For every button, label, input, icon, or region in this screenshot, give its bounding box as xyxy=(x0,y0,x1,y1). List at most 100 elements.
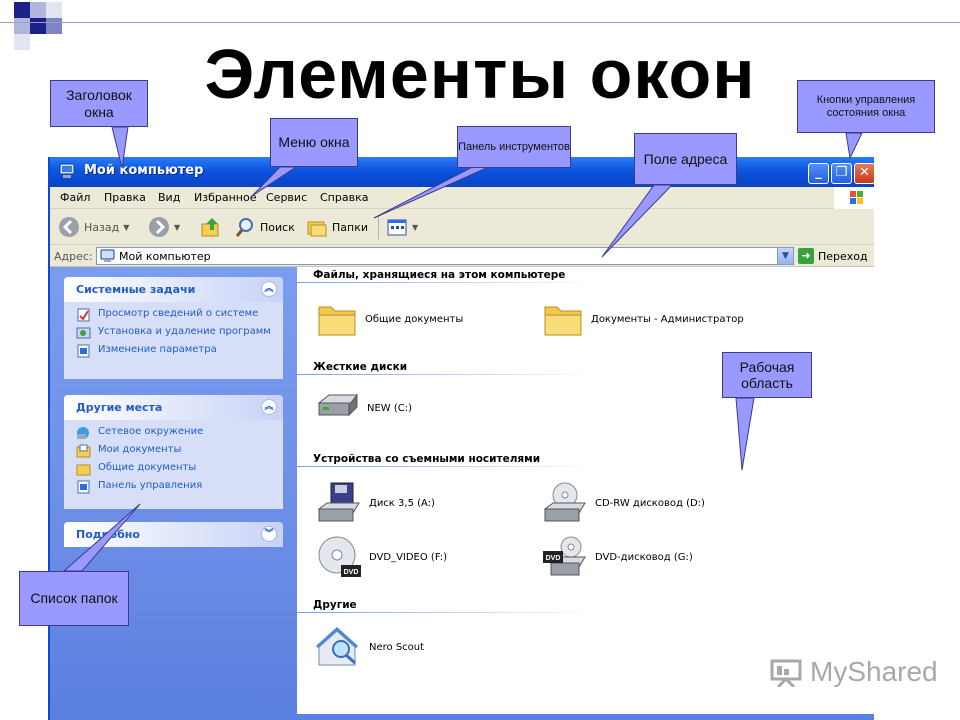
menu-bar: Файл Правка Вид Избранное Сервис Справка xyxy=(50,187,874,209)
callout-toolbar: Панель инструментов xyxy=(457,126,571,168)
views-icon xyxy=(387,219,407,236)
group-title-removable: Устройства со съемными носителями xyxy=(313,453,541,465)
watermark-text: MyShared xyxy=(810,656,938,687)
pointer-window-controls xyxy=(845,132,863,160)
callout-folder-list: Список папок xyxy=(19,571,129,626)
task-add-remove-programs[interactable]: Установка и удаление программ xyxy=(76,326,273,340)
place-control-panel[interactable]: Панель управления xyxy=(76,480,273,494)
back-arrow-icon xyxy=(59,217,79,237)
other-places-title: Другие места xyxy=(76,401,163,414)
folders-button[interactable]: Папки xyxy=(306,215,368,239)
item-cdrw-d[interactable]: CD-RW дисковод (D:) xyxy=(543,481,705,525)
toolbar: Назад ▼ ▼ Поиск Папки ▼ xyxy=(50,209,874,245)
item-label: CD-RW дисковод (D:) xyxy=(595,497,705,509)
item-floppy-a[interactable]: Диск 3,5 (A:) xyxy=(317,481,435,525)
top-rule xyxy=(0,22,960,23)
views-dropdown-icon[interactable]: ▼ xyxy=(412,223,418,232)
system-tasks-panel: Системные задачи ︽ Просмотр сведений о с… xyxy=(64,277,283,379)
place-label: Панель управления xyxy=(98,480,203,491)
collapse-up-icon[interactable]: ︽ xyxy=(261,399,277,415)
expand-down-icon[interactable]: ︾ xyxy=(261,526,277,542)
menu-help[interactable]: Справка xyxy=(320,191,368,204)
place-label: Сетевое окружение xyxy=(98,426,204,437)
go-button[interactable]: ➜ Переход xyxy=(798,247,874,265)
forward-button[interactable]: ▼ xyxy=(148,215,180,239)
dvd-disc-icon: DVD xyxy=(318,536,361,577)
windows-logo xyxy=(834,187,874,209)
place-network[interactable]: Сетевое окружение xyxy=(76,426,273,440)
place-label: Общие документы xyxy=(98,462,197,473)
callout-window-controls: Кнопки управления состояния окна xyxy=(797,80,935,133)
system-info-icon xyxy=(77,308,90,322)
presentation-board-icon xyxy=(770,659,802,687)
group-divider xyxy=(297,374,597,375)
dvd-drive-icon: DVD xyxy=(543,536,586,576)
item-shared-documents[interactable]: Общие документы xyxy=(317,299,463,339)
callout-workspace: Рабочая область xyxy=(722,352,812,398)
place-shared-documents[interactable]: Общие документы xyxy=(76,462,273,476)
restore-button[interactable]: ❐ xyxy=(831,163,852,184)
slide: Элементы окон Мой компьютер _ ❐ ✕ Файл П… xyxy=(0,0,960,720)
other-places-header[interactable]: Другие места ︽ xyxy=(64,395,283,420)
details-title: Подробно xyxy=(76,528,140,541)
back-dropdown-icon[interactable]: ▼ xyxy=(123,223,129,232)
address-dropdown-icon[interactable]: ▼ xyxy=(777,248,793,264)
item-nero-scout[interactable]: Nero Scout xyxy=(315,625,424,669)
menu-view[interactable]: Вид xyxy=(158,191,180,204)
item-label: DVD-дисковод (G:) xyxy=(595,551,693,563)
forward-arrow-icon xyxy=(149,217,169,237)
callout-address: Поле адреса xyxy=(634,133,737,185)
content-area: Файлы, хранящиеся на этом компьютере Общ… xyxy=(297,267,874,720)
task-view-system-info[interactable]: Просмотр сведений о системе xyxy=(76,308,273,322)
menu-favorites[interactable]: Избранное xyxy=(194,191,256,204)
hard-drive-icon xyxy=(317,393,359,417)
item-dvd-drive-g[interactable]: DVD DVD-дисковод (G:) xyxy=(543,535,693,579)
address-value: Мой компьютер xyxy=(119,250,211,263)
control-panel-icon xyxy=(77,480,90,494)
callout-menu: Меню окна xyxy=(270,118,358,167)
search-icon xyxy=(235,218,253,237)
collapse-up-icon[interactable]: ︽ xyxy=(261,281,277,297)
floppy-drive-icon xyxy=(317,482,360,522)
back-button[interactable]: Назад ▼ xyxy=(58,215,129,239)
cd-drive-icon xyxy=(543,482,586,522)
task-change-setting[interactable]: Изменение параметра xyxy=(76,344,273,358)
item-drive-c[interactable]: NEW (C:) xyxy=(315,391,412,425)
search-button[interactable]: Поиск xyxy=(234,215,295,239)
task-pane: Системные задачи ︽ Просмотр сведений о с… xyxy=(50,267,297,720)
place-my-documents[interactable]: Мои документы xyxy=(76,444,273,458)
address-field[interactable]: Мой компьютер ▼ xyxy=(96,247,794,265)
search-label: Поиск xyxy=(260,220,295,234)
windows-flag-icon xyxy=(850,191,863,204)
menu-edit[interactable]: Правка xyxy=(104,191,146,204)
item-dvd-video-f[interactable]: DVD DVD_VIDEO (F:) xyxy=(317,535,447,579)
up-folder-button[interactable] xyxy=(200,215,222,239)
details-panel: Подробно ︾ xyxy=(64,522,283,547)
nero-scout-icon xyxy=(315,626,359,666)
details-header[interactable]: Подробно ︾ xyxy=(64,522,283,547)
item-admin-documents[interactable]: Документы - Администратор xyxy=(543,299,744,339)
status-bar xyxy=(50,714,874,720)
menu-tools[interactable]: Сервис xyxy=(266,191,307,204)
forward-dropdown-icon[interactable]: ▼ xyxy=(174,223,180,232)
folder-icon xyxy=(76,464,91,476)
up-folder-icon xyxy=(201,218,219,237)
item-label: Nero Scout xyxy=(369,641,425,653)
address-label: Адрес: xyxy=(54,250,93,263)
minimize-button[interactable]: _ xyxy=(808,163,829,184)
callout-title-bar: Заголовок окна xyxy=(50,80,148,127)
folders-icon xyxy=(307,221,327,237)
views-button[interactable]: ▼ xyxy=(386,215,418,239)
system-tasks-title: Системные задачи xyxy=(76,283,196,296)
add-remove-programs-icon xyxy=(76,327,91,339)
place-label: Мои документы xyxy=(98,444,182,455)
window-title: Мой компьютер xyxy=(84,163,204,178)
group-divider xyxy=(297,612,597,613)
address-bar: Адрес: Мой компьютер ▼ ➜ Переход xyxy=(50,245,874,267)
folder-icon xyxy=(318,306,356,336)
menu-file[interactable]: Файл xyxy=(60,191,90,204)
close-button[interactable]: ✕ xyxy=(854,163,874,184)
explorer-window[interactable]: Мой компьютер _ ❐ ✕ Файл Правка Вид Избр… xyxy=(48,157,874,720)
system-tasks-header[interactable]: Системные задачи ︽ xyxy=(64,277,283,302)
go-arrow-icon: ➜ xyxy=(798,248,814,264)
